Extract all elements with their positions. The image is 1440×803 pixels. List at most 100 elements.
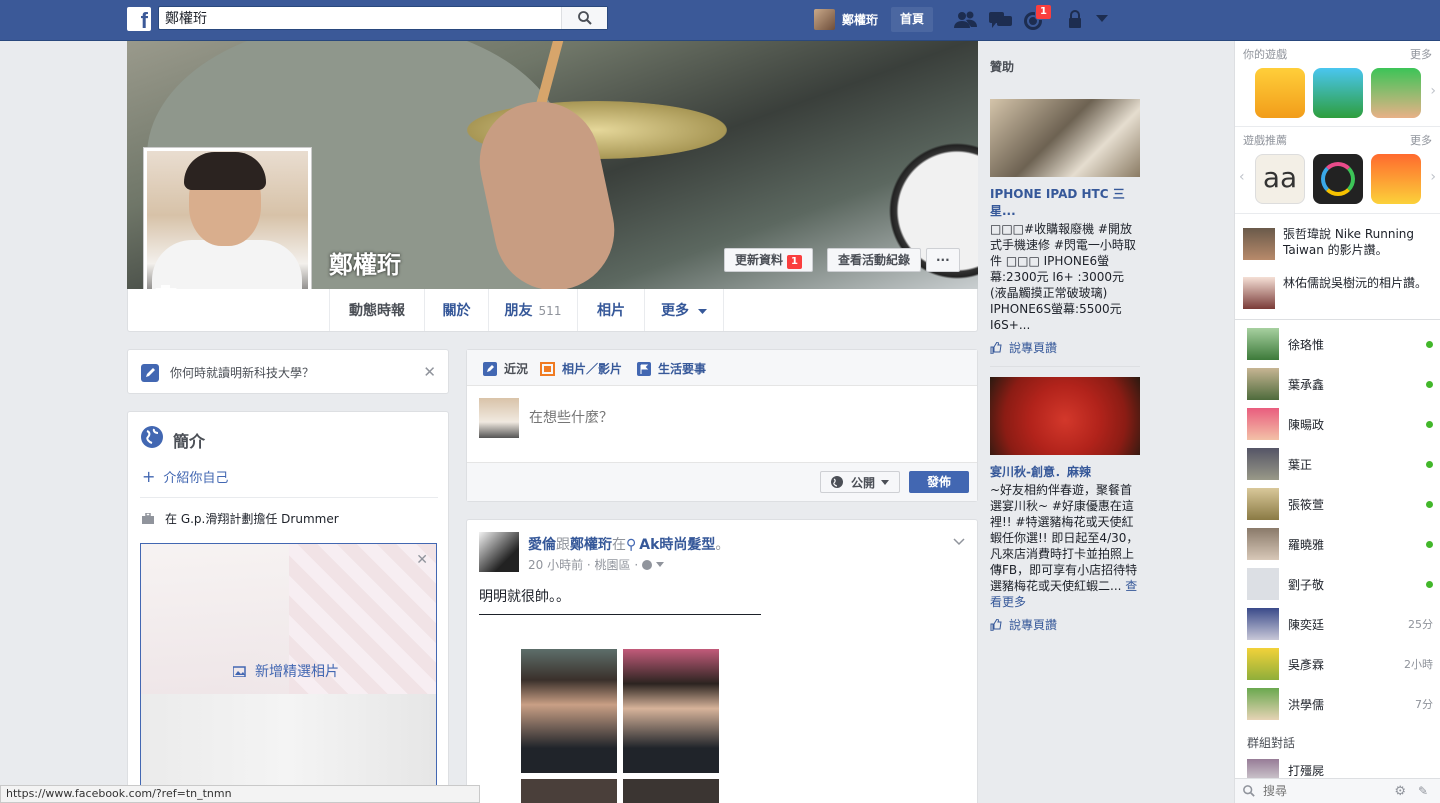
tab-more[interactable]: 更多: [645, 289, 724, 331]
chat-friend[interactable]: 劉子敬: [1247, 568, 1433, 600]
browser-status-url: https://www.facebook.com/?ref=tn_tnmn: [0, 785, 480, 803]
friend-name: 陳暘政: [1288, 417, 1325, 432]
games-more-link[interactable]: 更多: [1410, 46, 1432, 62]
composer-tab-life-event[interactable]: 生活要事: [637, 360, 706, 377]
avatar: [1247, 568, 1279, 600]
messages-icon[interactable]: [989, 10, 1013, 30]
profile-link[interactable]: 鄭權珩: [814, 8, 878, 30]
chat-friend[interactable]: 陳奕廷 25分: [1247, 608, 1433, 640]
friend-name: 劉子敬: [1288, 577, 1325, 592]
tab-about[interactable]: 關於: [425, 289, 489, 331]
friend-name: 陳奕廷: [1288, 617, 1325, 632]
post-place[interactable]: Ak時尚髮型: [639, 537, 715, 553]
post-author[interactable]: 愛倫: [528, 537, 556, 553]
post-button[interactable]: 發佈: [909, 471, 969, 493]
friend-requests-icon[interactable]: [954, 10, 978, 30]
chevron-right-icon[interactable]: ›: [1430, 83, 1436, 99]
add-bio-link[interactable]: + 介紹你自己: [142, 467, 228, 486]
last-active-time: 2小時: [1404, 658, 1433, 671]
game-icon[interactable]: [1255, 68, 1305, 118]
like-page-label: 說專頁讚: [1009, 341, 1058, 355]
status-input[interactable]: [529, 406, 959, 430]
more-options-button[interactable]: ···: [926, 248, 960, 272]
home-button[interactable]: 首頁: [891, 7, 934, 32]
chat-search-bar: ⚙ ✎: [1235, 778, 1440, 803]
post-image[interactable]: [479, 614, 761, 803]
search-button[interactable]: [561, 7, 607, 29]
friend-name: 張筱萱: [1288, 497, 1325, 512]
composer-tab-photo[interactable]: 相片／影片: [540, 360, 622, 377]
privacy-selector[interactable]: 公開: [820, 471, 900, 493]
game-icon[interactable]: [1313, 68, 1363, 118]
chat-search-input[interactable]: [1263, 784, 1383, 798]
game-icon[interactable]: [1371, 154, 1421, 204]
work-info[interactable]: 在 G.p.滑翔計劃擔任 Drummer: [165, 510, 339, 527]
privacy-label: 公開: [851, 475, 876, 490]
gear-icon[interactable]: ⚙: [1394, 784, 1406, 799]
add-featured-photos-button[interactable]: 新增精選相片: [233, 661, 339, 681]
tab-timeline[interactable]: 動態時報: [329, 289, 425, 331]
group-conversations-heading: 群組對話: [1247, 736, 1296, 750]
privacy-lock-icon[interactable]: [1068, 10, 1086, 30]
game-icon[interactable]: [1313, 154, 1363, 204]
like-page-link[interactable]: 說專頁讚: [990, 339, 1140, 356]
chat-friend[interactable]: 羅曉雅: [1247, 528, 1433, 560]
chat-friend[interactable]: 陳暘政: [1247, 408, 1433, 440]
profile-nav: 動態時報 關於 朋友 511 相片 更多: [127, 289, 978, 332]
edit-icon: [141, 364, 159, 382]
chat-friend[interactable]: 洪學儒 7分: [1247, 688, 1433, 720]
post-end: 。: [715, 537, 730, 553]
featured-photos-box[interactable]: ✕ 新增精選相片: [140, 543, 437, 803]
intro-title: 簡介: [173, 432, 206, 451]
chat-friend[interactable]: 葉承鑫: [1247, 368, 1433, 400]
ad-title[interactable]: IPHONE IPAD HTC 三星...: [990, 185, 1140, 219]
chat-friend[interactable]: 張筱萱: [1247, 488, 1433, 520]
ticker-story[interactable]: 林佑儒說吳樹沅的相片讚。: [1243, 275, 1433, 309]
chat-friend[interactable]: 徐珞惟: [1247, 328, 1433, 360]
ticker-story[interactable]: 張哲瑋說 Nike Running Taiwan 的影片讚。: [1243, 226, 1433, 260]
search-icon: [577, 11, 592, 25]
update-info-button[interactable]: 更新資料 1: [724, 248, 813, 272]
compose-icon[interactable]: ✎: [1418, 784, 1428, 798]
close-icon[interactable]: ✕: [423, 363, 436, 381]
avatar[interactable]: [479, 532, 519, 572]
chevron-down-icon[interactable]: [953, 538, 965, 546]
ad-text[interactable]: ~好友相約伴春遊，聚餐首選宴川秋~ #好康優惠在這裡!! #特選豬梅花或天使紅蝦…: [990, 482, 1140, 610]
education-prompt-text[interactable]: 你何時就讀明新科技大學？: [170, 364, 314, 381]
status-tab-label: 近況: [504, 362, 529, 376]
game-icon[interactable]: aa: [1255, 154, 1305, 204]
profile-name[interactable]: 鄭權珩: [329, 245, 401, 280]
friend-name: 徐珞惟: [1288, 337, 1325, 352]
avatar: [1247, 688, 1279, 720]
tab-photos[interactable]: 相片: [578, 289, 645, 331]
caret-down-icon[interactable]: [656, 562, 665, 567]
avatar: [479, 398, 519, 438]
chevron-left-icon[interactable]: ‹: [1239, 169, 1245, 185]
friend-name: 洪學儒: [1288, 697, 1325, 712]
activity-log-button[interactable]: 查看活動紀錄: [827, 248, 922, 272]
post-tagged[interactable]: 鄭權珩: [570, 537, 612, 553]
facebook-logo[interactable]: f: [127, 7, 151, 31]
chat-friend[interactable]: 吳彥霖 2小時: [1247, 648, 1433, 680]
tab-friends[interactable]: 朋友 511: [489, 289, 578, 331]
search-input[interactable]: [159, 7, 559, 29]
ad-text[interactable]: □□□#收購報廢機 #開放式手機速修 #閃電一小時取件 □□□ IPHONE6螢…: [990, 221, 1140, 333]
chat-friend[interactable]: 葉正: [1247, 448, 1433, 480]
ad-title[interactable]: 宴川秋-創意．麻辣: [990, 463, 1140, 480]
game-icon[interactable]: [1371, 68, 1421, 118]
recommended-more-link[interactable]: 更多: [1410, 132, 1432, 148]
close-icon[interactable]: ✕: [416, 552, 428, 568]
globe-icon[interactable]: [642, 559, 653, 570]
online-indicator: [1426, 420, 1433, 428]
friend-name: 吳彥霖: [1288, 657, 1325, 672]
like-page-link[interactable]: 說專頁讚: [990, 616, 1140, 633]
composer-tab-status[interactable]: 近況: [483, 360, 528, 377]
top-bar: f 鄭權珩 首頁 1: [0, 0, 1440, 41]
chevron-right-icon[interactable]: ›: [1430, 169, 1436, 185]
chevron-down-icon[interactable]: [1096, 15, 1108, 23]
post-time[interactable]: 20 小時前 · 桃園區 ·: [528, 556, 638, 573]
update-badge: 1: [787, 255, 802, 269]
ad-image[interactable]: [990, 99, 1140, 177]
ad-image[interactable]: [990, 377, 1140, 455]
online-indicator: [1426, 580, 1433, 588]
